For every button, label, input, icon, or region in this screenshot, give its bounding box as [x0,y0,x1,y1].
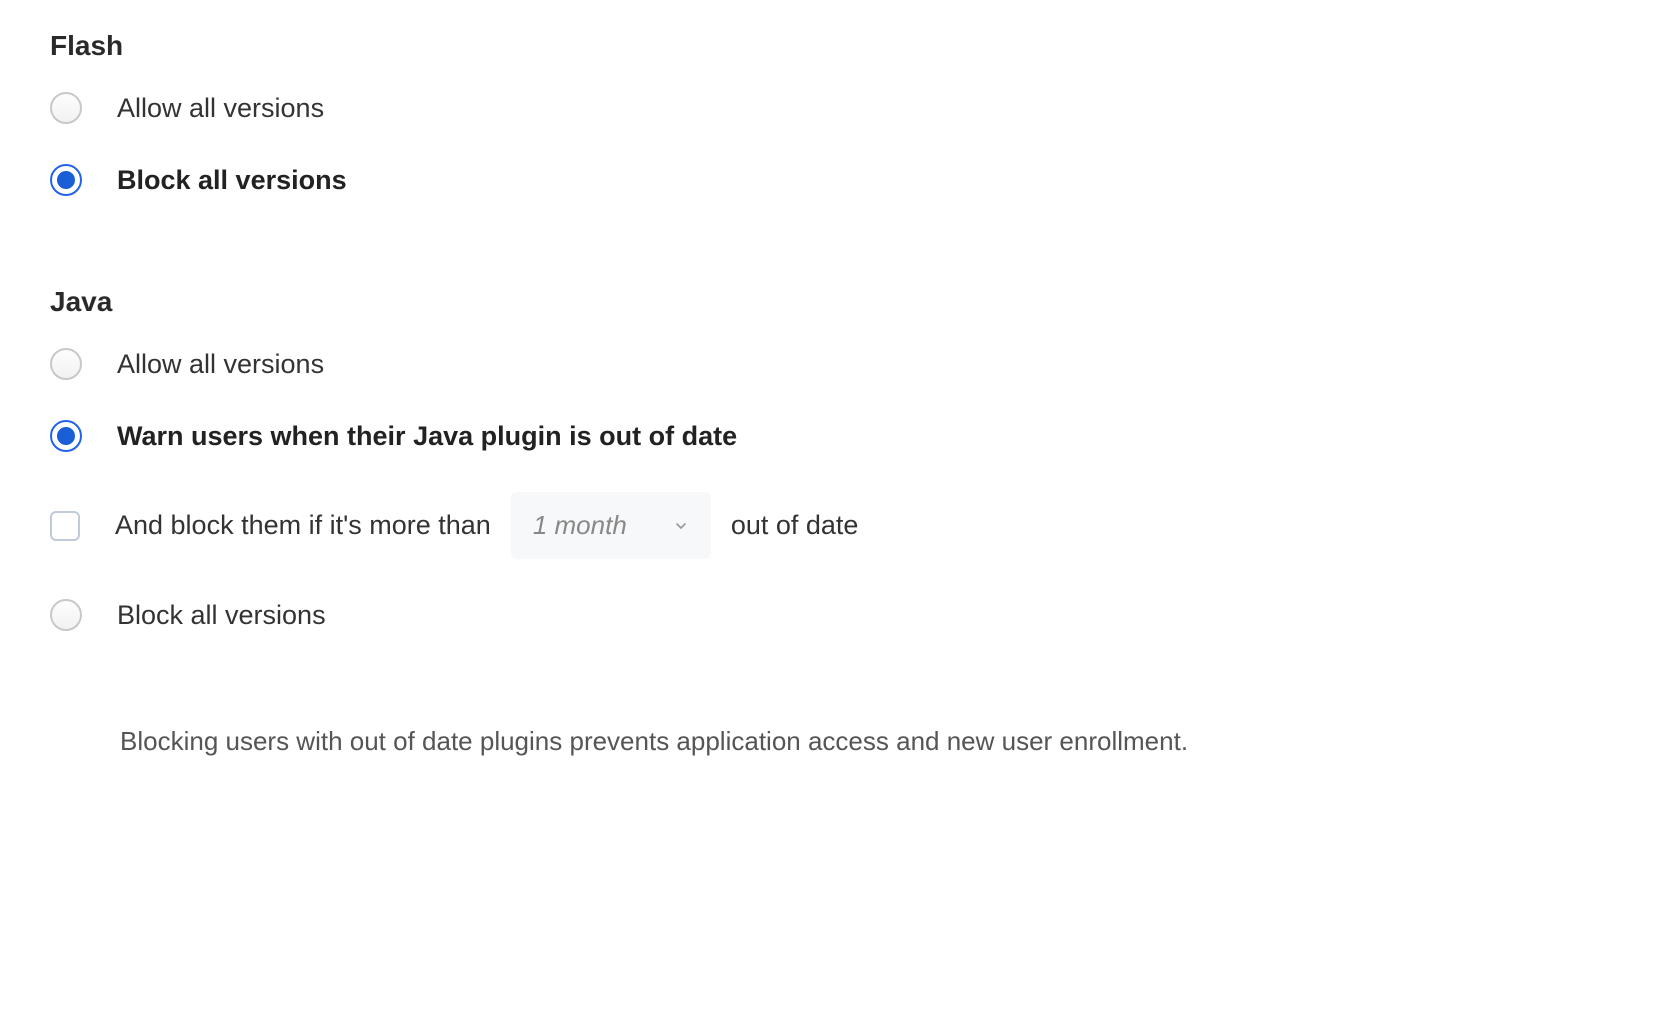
plugin-blocking-footnote: Blocking users with out of date plugins … [120,726,1618,757]
java-block-duration-dropdown[interactable]: 1 month [511,492,711,559]
flash-block-radio[interactable] [50,164,82,196]
java-block-duration-value: 1 month [533,510,627,541]
flash-allow-label: Allow all versions [117,93,324,124]
flash-section: Flash Allow all versions Block all versi… [50,30,1618,196]
flash-block-label: Block all versions [117,165,347,196]
java-block-row[interactable]: Block all versions [50,599,1618,631]
java-heading: Java [50,286,1618,318]
java-warn-label: Warn users when their Java plugin is out… [117,421,737,452]
flash-allow-radio[interactable] [50,92,82,124]
java-block-label: Block all versions [117,600,326,631]
java-allow-row[interactable]: Allow all versions [50,348,1618,380]
java-warn-radio[interactable] [50,420,82,452]
java-section: Java Allow all versions Warn users when … [50,286,1618,631]
java-allow-radio[interactable] [50,348,82,380]
flash-heading: Flash [50,30,1618,62]
java-block-sub-suffix: out of date [731,510,859,541]
java-warn-row[interactable]: Warn users when their Java plugin is out… [50,420,1618,452]
java-block-sub-checkbox[interactable] [50,511,80,541]
java-block-sub-row: And block them if it's more than 1 month… [50,492,1618,559]
java-block-sub-prefix: And block them if it's more than [115,510,491,541]
chevron-down-icon [673,518,689,534]
java-allow-label: Allow all versions [117,349,324,380]
java-block-sub-content: And block them if it's more than 1 month… [115,492,858,559]
flash-allow-row[interactable]: Allow all versions [50,92,1618,124]
java-block-radio[interactable] [50,599,82,631]
flash-block-row[interactable]: Block all versions [50,164,1618,196]
